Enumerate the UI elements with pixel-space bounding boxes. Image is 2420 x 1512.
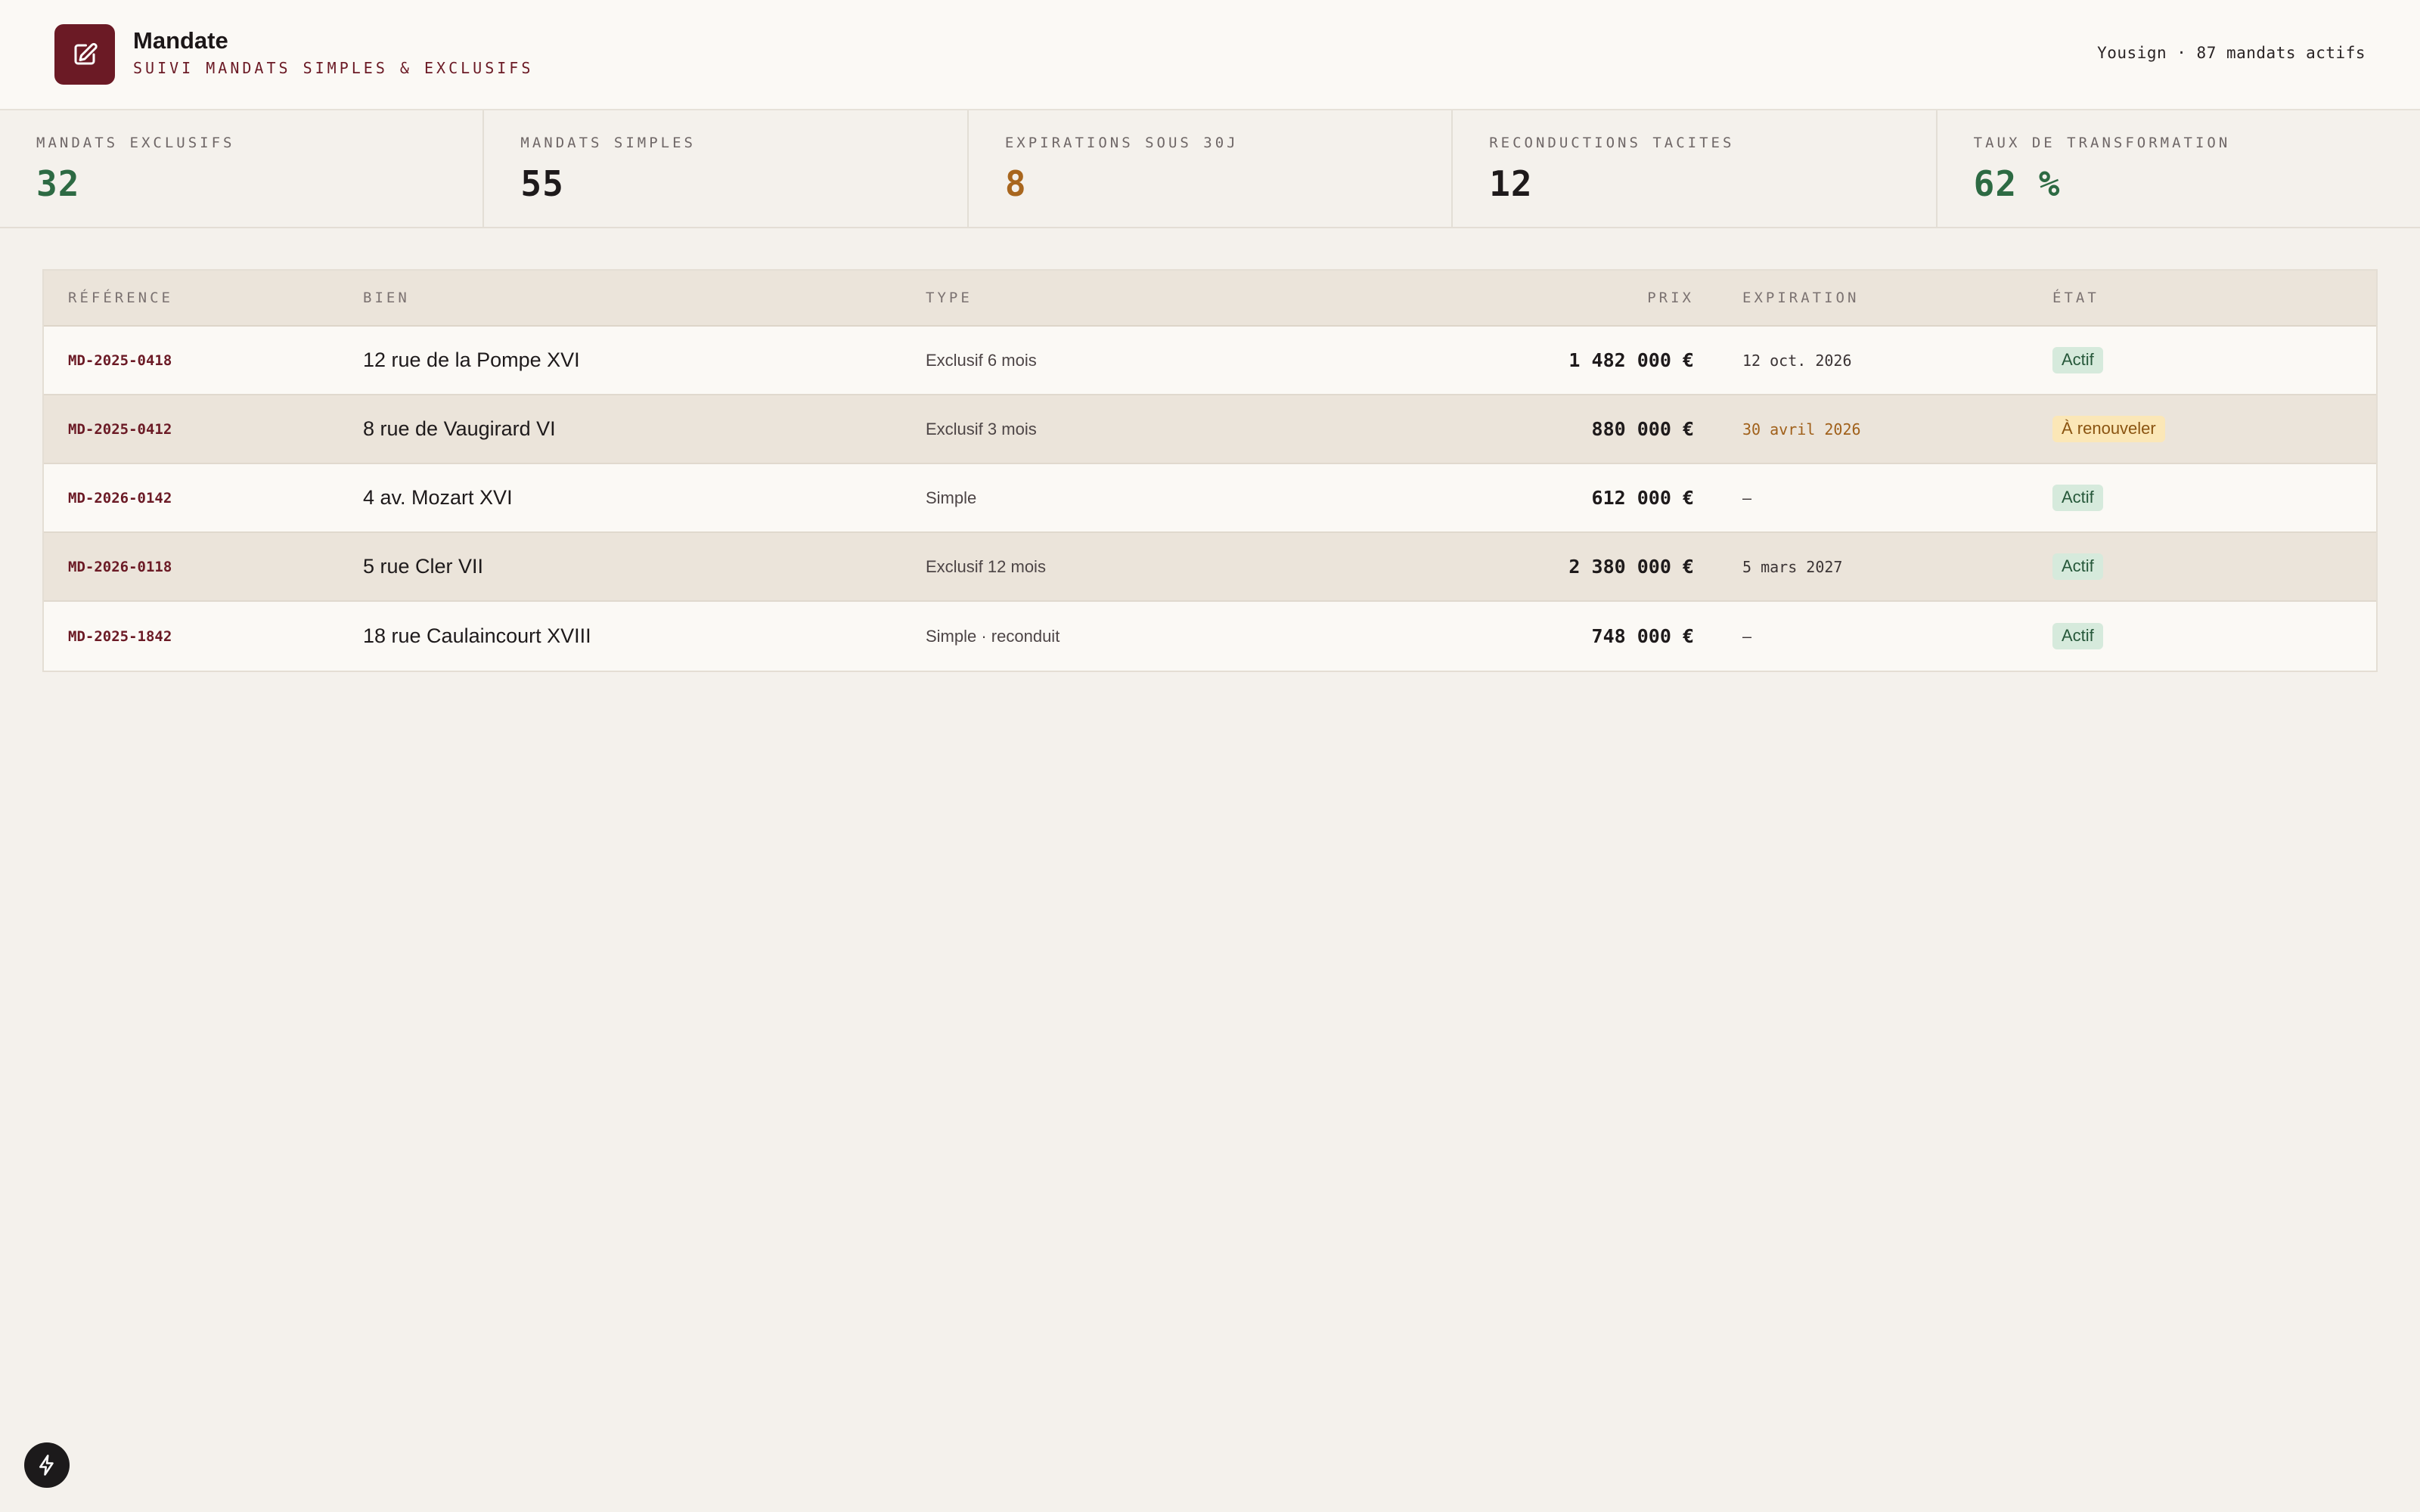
app-header: Mandate SUIVI MANDATS SIMPLES & EXCLUSIF… — [0, 0, 2420, 110]
property-address: 5 rue Cler VII — [363, 555, 484, 578]
kpi-card: RECONDUCTIONS TACITES 12 — [1453, 110, 1938, 227]
kpi-label: TAUX DE TRANSFORMATION — [1973, 135, 2231, 151]
mandate-type: Exclusif 6 mois — [926, 350, 1037, 370]
expiration-date: 30 avril 2026 — [1742, 420, 1861, 438]
expiration-date: – — [1742, 488, 1752, 507]
kpi-card: MANDATS EXCLUSIFS 32 — [0, 110, 485, 227]
mandate-price: 1 482 000 € — [1568, 349, 1694, 371]
property-address: 12 rue de la Pompe XVI — [363, 349, 580, 371]
status-badge: Actif — [2052, 623, 2103, 649]
mandate-type: Exclusif 3 mois — [926, 419, 1037, 438]
kpi-card: MANDATS SIMPLES 55 — [484, 110, 969, 227]
mandates-table: RÉFÉRENCE BIEN TYPE PRIX EXPIRATION ÉTAT… — [42, 269, 2378, 672]
kpi-value: 12 — [1489, 163, 1533, 204]
mandate-type: Exclusif 12 mois — [926, 556, 1046, 576]
kpi-value: 62 % — [1973, 163, 2061, 204]
mandate-price: 612 000 € — [1591, 487, 1694, 509]
kpi-value: 32 — [36, 163, 80, 204]
table-row[interactable]: MD-2025-0418 12 rue de la Pompe XVI Excl… — [44, 327, 2376, 395]
mandate-reference[interactable]: MD-2026-0118 — [68, 559, 172, 575]
document-edit-icon — [74, 42, 98, 65]
mandate-reference[interactable]: MD-2025-0418 — [68, 352, 172, 369]
mandate-price: 2 380 000 € — [1568, 556, 1694, 578]
status-badge: Actif — [2052, 553, 2103, 580]
mandate-reference[interactable]: MD-2026-0142 — [68, 490, 172, 507]
kpi-label: MANDATS EXCLUSIFS — [36, 135, 235, 151]
mandate-reference[interactable]: MD-2025-0412 — [68, 421, 172, 438]
kpi-label: MANDATS SIMPLES — [520, 135, 696, 151]
mandate-type: Simple — [926, 488, 977, 507]
mandate-type: Simple · reconduit — [926, 626, 1060, 646]
property-address: 4 av. Mozart XVI — [363, 486, 513, 509]
column-header-expiration[interactable]: EXPIRATION — [1694, 290, 2052, 306]
table-header: RÉFÉRENCE BIEN TYPE PRIX EXPIRATION ÉTAT — [44, 271, 2376, 327]
column-header-etat[interactable]: ÉTAT — [2052, 290, 2376, 306]
column-header-prix[interactable]: PRIX — [1319, 290, 1694, 306]
status-badge: À renouveler — [2052, 416, 2165, 442]
kpi-label: RECONDUCTIONS TACITES — [1489, 135, 1735, 151]
column-header-bien[interactable]: BIEN — [363, 290, 926, 306]
kpi-value: 8 — [1004, 163, 1027, 204]
table-row[interactable]: MD-2025-1842 18 rue Caulaincourt XVIII S… — [44, 602, 2376, 671]
mandate-price: 748 000 € — [1591, 625, 1694, 647]
mandate-price: 880 000 € — [1591, 418, 1694, 440]
kpi-card: EXPIRATIONS SOUS 30J 8 — [969, 110, 1454, 227]
kpi-card: TAUX DE TRANSFORMATION 62 % — [1938, 110, 2420, 227]
app-title: Mandate — [133, 27, 228, 54]
quick-action-button[interactable] — [24, 1442, 70, 1488]
column-header-reference[interactable]: RÉFÉRENCE — [44, 290, 363, 306]
kpi-value: 55 — [520, 163, 564, 204]
header-meta: Yousign · 87 mandats actifs — [2097, 44, 2366, 62]
status-badge: Actif — [2052, 347, 2103, 373]
kpi-strip: MANDATS EXCLUSIFS 32 MANDATS SIMPLES 55 … — [0, 110, 2420, 228]
lightning-icon — [39, 1455, 54, 1476]
property-address: 18 rue Caulaincourt XVIII — [363, 624, 591, 647]
column-header-type[interactable]: TYPE — [926, 290, 1319, 306]
expiration-date: – — [1742, 627, 1752, 646]
kpi-label: EXPIRATIONS SOUS 30J — [1004, 135, 1239, 151]
table-row[interactable]: MD-2026-0142 4 av. Mozart XVI Simple 612… — [44, 464, 2376, 533]
app-logo[interactable] — [54, 24, 115, 85]
expiration-date: 12 oct. 2026 — [1742, 351, 1852, 370]
table-row[interactable]: MD-2026-0118 5 rue Cler VII Exclusif 12 … — [44, 533, 2376, 602]
status-badge: Actif — [2052, 485, 2103, 511]
mandate-reference[interactable]: MD-2025-1842 — [68, 628, 172, 645]
table-row[interactable]: MD-2025-0412 8 rue de Vaugirard VI Exclu… — [44, 395, 2376, 464]
app-subtitle: SUIVI MANDATS SIMPLES & EXCLUSIFS — [133, 59, 534, 77]
property-address: 8 rue de Vaugirard VI — [363, 417, 556, 440]
expiration-date: 5 mars 2027 — [1742, 557, 1843, 576]
